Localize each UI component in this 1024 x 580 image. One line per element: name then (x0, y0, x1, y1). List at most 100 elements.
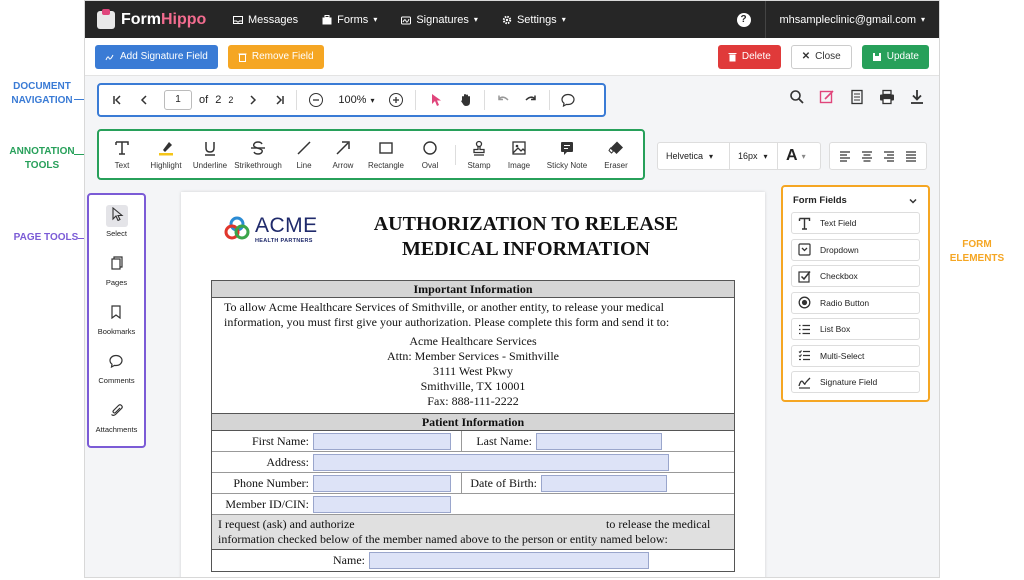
tool-line[interactable]: Line (285, 132, 323, 178)
form-field-multi-select[interactable]: Multi-Select (791, 344, 920, 367)
text-color-select[interactable]: A ▾ (778, 143, 814, 169)
delete-button[interactable]: Delete (717, 44, 781, 69)
zoom-out-button[interactable] (301, 86, 331, 114)
tool-rectangle[interactable]: Rectangle (363, 132, 409, 178)
select-pointer-button[interactable] (420, 86, 452, 114)
nav-signatures[interactable]: Signatures ▾ (389, 1, 490, 38)
form-field-list-box[interactable]: List Box (791, 318, 920, 340)
update-button[interactable]: Update (861, 44, 929, 69)
download-icon (911, 90, 923, 104)
align-center-button[interactable] (861, 150, 873, 162)
tool-sticky-note[interactable]: Sticky Note (540, 132, 594, 178)
form-field-label: Checkbox (820, 271, 858, 281)
form-field-dropdown[interactable]: Dropdown (791, 238, 920, 261)
page-tool-comments[interactable]: Comments (98, 348, 135, 397)
first-name-field[interactable] (313, 432, 451, 450)
page-number-group: 1 of 2 2 (157, 86, 240, 114)
nav-messages[interactable]: Messages (221, 1, 310, 38)
recipient-name-row: Name: (212, 550, 734, 571)
address-field[interactable] (313, 453, 669, 471)
comment-icon (561, 93, 576, 107)
recipient-name-label: Name: (333, 553, 365, 567)
align-justify-button[interactable] (905, 150, 917, 162)
tool-label: Stamp (467, 160, 491, 170)
page-tool-select[interactable]: Select (105, 201, 128, 250)
nav-settings[interactable]: Settings ▾ (490, 1, 578, 38)
help-icon[interactable]: ? (736, 12, 751, 27)
tool-arrow[interactable]: Arrow (323, 132, 363, 178)
dob-label: Date of Birth: (470, 475, 537, 490)
gear-icon (502, 15, 512, 24)
pointer-icon (111, 206, 124, 221)
tool-image[interactable]: Image (498, 132, 540, 178)
last-page-button[interactable] (266, 86, 292, 114)
font-family-value: Helvetica (666, 151, 704, 161)
checkbox-icon (798, 270, 811, 283)
tool-eraser[interactable]: Eraser (594, 132, 638, 178)
divider (484, 90, 486, 110)
page-tool-pages[interactable]: Pages (106, 250, 128, 299)
tool-highlight[interactable]: Highlight (143, 132, 189, 178)
close-button[interactable]: ✕ Close (790, 44, 852, 69)
align-left-icon (840, 151, 850, 162)
zoom-select[interactable]: 100% ▾ (331, 86, 381, 114)
add-signature-field-button[interactable]: Add Signature Field (95, 44, 218, 69)
undo-button[interactable] (489, 86, 517, 114)
request-block: I request (ask) and authorize to release … (212, 515, 734, 550)
print-button[interactable] (879, 89, 895, 105)
phone-dob-row: Phone Number: Date of Birth: (212, 472, 734, 494)
tool-text[interactable]: Text (101, 132, 143, 178)
page-tool-bookmarks[interactable]: Bookmarks (98, 299, 135, 348)
form-field-checkbox[interactable]: Checkbox (791, 265, 920, 287)
first-page-button[interactable] (105, 86, 131, 114)
tool-label: Image (507, 160, 531, 170)
update-label: Update (886, 51, 919, 62)
tool-strikethrough[interactable]: Strikethrough (231, 132, 285, 178)
remove-field-label: Remove Field (251, 51, 314, 62)
redo-button[interactable] (517, 86, 545, 114)
align-left-button[interactable] (839, 150, 851, 162)
dob-field[interactable] (541, 474, 667, 492)
eraser-icon (608, 141, 623, 154)
pages-icon (110, 255, 123, 270)
tool-underline[interactable]: Underline (189, 132, 231, 178)
form-fields-header[interactable]: Form Fields (791, 195, 920, 206)
form-field-text-field[interactable]: Text Field (791, 212, 920, 234)
remove-field-button[interactable]: Remove Field (227, 44, 324, 69)
align-right-button[interactable] (883, 150, 895, 162)
font-family-select[interactable]: Helvetica ▾ (658, 143, 730, 169)
member-id-field[interactable] (313, 495, 451, 513)
form-field-label: Dropdown (820, 244, 859, 255)
recipient-name-field[interactable] (369, 552, 649, 569)
tool-oval[interactable]: Oval (409, 132, 451, 178)
highlighter-icon (159, 141, 173, 155)
tool-stamp[interactable]: Stamp (460, 132, 498, 178)
form-field-signature-field[interactable]: Signature Field (791, 371, 920, 393)
search-button[interactable] (789, 89, 805, 105)
page-tool-attachments[interactable]: Attachments (96, 397, 137, 446)
zoom-in-button[interactable] (381, 86, 411, 114)
download-button[interactable] (909, 89, 925, 105)
page-number-input[interactable]: 1 (164, 90, 192, 110)
user-menu[interactable]: mhsampleclinic@gmail.com ▾ (764, 1, 940, 38)
bookmark-icon (111, 304, 122, 319)
redo-icon (525, 95, 537, 101)
form-field-radio-button[interactable]: Radio Button (791, 291, 920, 314)
nav-forms[interactable]: Forms ▾ (310, 1, 389, 38)
next-page-button[interactable] (240, 86, 266, 114)
first-name-label: First Name: (252, 433, 309, 448)
rectangle-icon (379, 141, 393, 154)
signature-icon (401, 16, 412, 24)
previous-page-button[interactable] (131, 86, 157, 114)
font-size-select[interactable]: 16px ▾ (730, 143, 778, 169)
pan-hand-button[interactable] (452, 86, 480, 114)
phone-field[interactable] (313, 474, 451, 492)
top-navigation: FormHippo Messages Forms ▾ Signatures ▾ … (85, 1, 939, 38)
edit-button[interactable] (819, 89, 835, 105)
page-total: 2 (215, 94, 222, 106)
comment-button[interactable] (554, 86, 582, 114)
document-button[interactable] (849, 89, 865, 105)
formhippo-logo[interactable]: FormHippo (85, 8, 221, 29)
last-name-field[interactable] (536, 432, 662, 450)
patient-info-body: First Name: Last Name: Address: Phone Nu… (211, 430, 735, 572)
